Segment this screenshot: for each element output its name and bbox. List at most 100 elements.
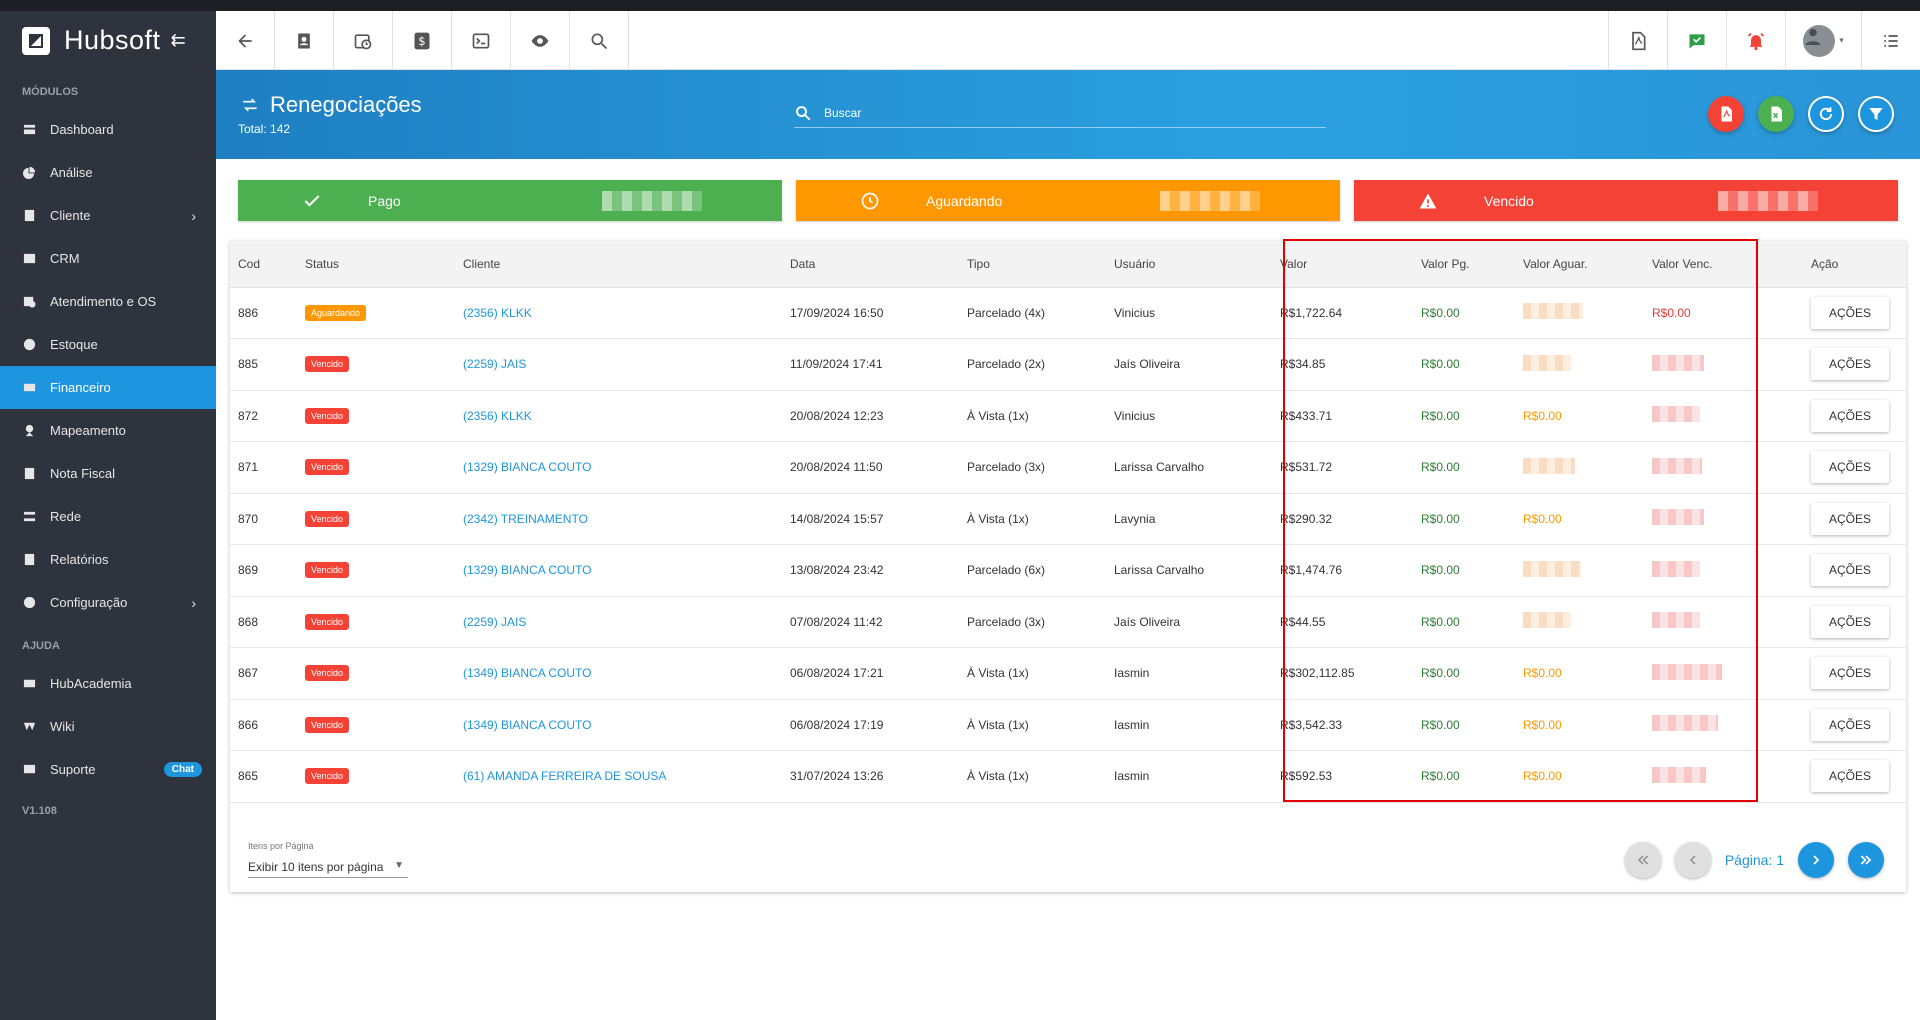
cell-valor-aguar: R$0.00 [1515,750,1644,803]
acoes-button[interactable]: AÇÕES [1811,708,1889,741]
acoes-button[interactable]: AÇÕES [1811,657,1889,690]
table-row[interactable]: 869 Vencido (1329) BIANCA COUTO 13/08/2024 … [230,544,1906,597]
cell-data-text: 06/08/2024 17:19 [790,717,884,732]
acoes-button[interactable]: AÇÕES [1811,451,1889,484]
col-usuario[interactable]: Usuário [1106,241,1272,288]
table-row[interactable]: 871 Vencido (1329) BIANCA COUTO 20/08/2024 … [230,441,1906,494]
acoes-button[interactable]: AÇÕES [1811,605,1889,638]
prev-page-button[interactable] [1674,842,1711,878]
table-header-row: Cod Status Cliente Data Tipo Usuário Val… [230,241,1906,288]
col-status[interactable]: Status [297,241,455,288]
brand[interactable]: Hubsoft ⇇ [0,11,216,70]
card-vencido[interactable]: Vencido [1354,180,1898,221]
acoes-button[interactable]: AÇÕES [1811,554,1889,587]
acoes-button[interactable]: AÇÕES [1811,760,1889,793]
avatar [1803,24,1836,57]
pdf-button[interactable] [1608,11,1667,70]
cell-cliente-text[interactable]: (1329) BIANCA COUTO [463,563,591,577]
table-row[interactable]: 886 Aguardando (2356) KLKK 17/09/2024 16:50… [230,287,1906,339]
acoes-button[interactable]: AÇÕES [1811,502,1889,535]
cell-cliente-text[interactable]: (61) AMANDA FERREIRA DE SOUSA [463,769,666,783]
sidebar-item-nota-fiscal[interactable]: Nota Fiscal [0,452,216,495]
col-cliente[interactable]: Cliente [455,241,782,288]
col-valor-aguar[interactable]: Valor Aguar. [1515,241,1644,288]
sidebar-item-suporte[interactable]: Suporte Chat [0,748,216,791]
cell-valor-pg-text: R$0.00 [1421,666,1460,681]
contacts-button[interactable] [275,11,334,70]
col-valor[interactable]: Valor [1272,241,1413,288]
table-row[interactable]: 885 Vencido (2259) JAIS 11/09/2024 17:41 Par… [230,338,1906,391]
cell-cliente-text[interactable]: (1329) BIANCA COUTO [463,460,591,474]
acoes-button[interactable]: AÇÕES [1811,399,1889,432]
col-valor-venc[interactable]: Valor Venc. [1644,241,1803,288]
cell-cliente-text[interactable]: (2342) TREINAMENTO [463,512,588,526]
acoes-button[interactable]: AÇÕES [1811,296,1889,329]
sidebar-item-cliente[interactable]: Cliente › [0,194,216,237]
cell-cliente-text[interactable]: (2259) JAIS [463,615,526,629]
status-badge: Vencido [305,613,350,630]
filter-button[interactable] [1858,96,1894,132]
sidebar-item-configuracao[interactable]: Configuração › [0,581,216,624]
finance-button[interactable]: $ [393,11,452,70]
cell-data: 20/08/2024 12:23 [782,390,959,442]
window-top-strip [0,0,1920,11]
cell-cliente-text[interactable]: (1349) BIANCA COUTO [463,718,591,732]
schedule-button[interactable] [334,11,393,70]
cell-cliente-text[interactable]: (2356) KLKK [463,409,532,423]
cell-valor-venc [1644,544,1803,597]
last-page-button[interactable] [1848,842,1884,878]
search-input[interactable] [824,105,1304,120]
chat-badge[interactable]: Chat [163,762,202,777]
sidebar-item-mapeamento[interactable]: Mapeamento [0,409,216,452]
cell-cliente-text[interactable]: (1349) BIANCA COUTO [463,666,591,680]
col-cod[interactable]: Cod [230,241,297,288]
sidebar-item-atendimento-e-os[interactable]: Atendimento e OS [0,280,216,323]
section-ajuda: AJUDA [22,640,60,652]
cell-cliente-text[interactable]: (2259) JAIS [463,357,526,371]
tasks-button[interactable] [1667,11,1726,70]
export-pdf-button[interactable] [1708,96,1744,132]
first-page-button[interactable] [1624,842,1661,878]
back-button[interactable] [216,11,275,70]
table-row[interactable]: 866 Vencido (1349) BIANCA COUTO 06/08/2024 … [230,699,1906,751]
list-menu-button[interactable] [1861,11,1920,70]
alerts-button[interactable] [1726,11,1785,70]
view-button[interactable] [511,11,570,70]
table-row[interactable]: 872 Vencido (2356) KLKK 20/08/2024 12:23 À V… [230,390,1906,442]
col-data[interactable]: Data [782,241,959,288]
sidebar-item-rede[interactable]: Rede [0,495,216,538]
table-row[interactable]: 870 Vencido (2342) TREINAMENTO 14/08/2024 1… [230,493,1906,545]
sidebar-collapse-icon[interactable]: ⇇ [171,30,186,51]
table-row[interactable]: 867 Vencido (1349) BIANCA COUTO 06/08/2024 … [230,647,1906,700]
terminal-button[interactable] [452,11,511,70]
acoes-button[interactable]: AÇÕES [1811,348,1889,381]
next-page-button[interactable] [1798,842,1834,878]
user-menu-button[interactable]: ▾ [1785,11,1861,70]
card-aguardando[interactable]: Aguardando [796,180,1340,221]
col-tipo[interactable]: Tipo [959,241,1106,288]
cell-cliente-text[interactable]: (2356) KLKK [463,306,532,320]
card-pago[interactable]: Pago [238,180,782,221]
sidebar-item-estoque[interactable]: Estoque [0,323,216,366]
cell-valor-aguar-text: R$0.00 [1523,408,1562,423]
export-excel-button[interactable] [1758,96,1794,132]
cell-data-text: 14/08/2024 15:57 [790,511,884,526]
table-row[interactable]: 868 Vencido (2259) JAIS 07/08/2024 11:42 Par… [230,596,1906,648]
sidebar-item-wiki[interactable]: Wiki [0,705,216,748]
sidebar-item-crm[interactable]: CRM [0,237,216,280]
search-button[interactable] [570,11,629,70]
refresh-button[interactable] [1808,96,1844,132]
sidebar-item-analise[interactable]: Análise [0,151,216,194]
sidebar-item-relatorios[interactable]: Relatórios [0,538,216,581]
redacted-value [1523,354,1571,371]
table-row[interactable]: 865 Vencido (61) AMANDA FERREIRA DE SOUSA 3… [230,750,1906,803]
cell-valor-venc [1644,390,1803,442]
sidebar-item-hubacademia[interactable]: HubAcademia [0,662,216,705]
cell-acao: AÇÕES [1803,544,1906,597]
col-valor-pg[interactable]: Valor Pg. [1413,241,1515,288]
status-badge: Vencido [305,562,350,579]
sidebar-item-dashboard[interactable]: Dashboard [0,108,216,151]
sidebar-item-financeiro[interactable]: Financeiro [0,366,216,409]
per-page-select[interactable]: Exibir 10 itens por página ▼ [248,856,408,878]
arrow-left-icon [238,33,252,48]
